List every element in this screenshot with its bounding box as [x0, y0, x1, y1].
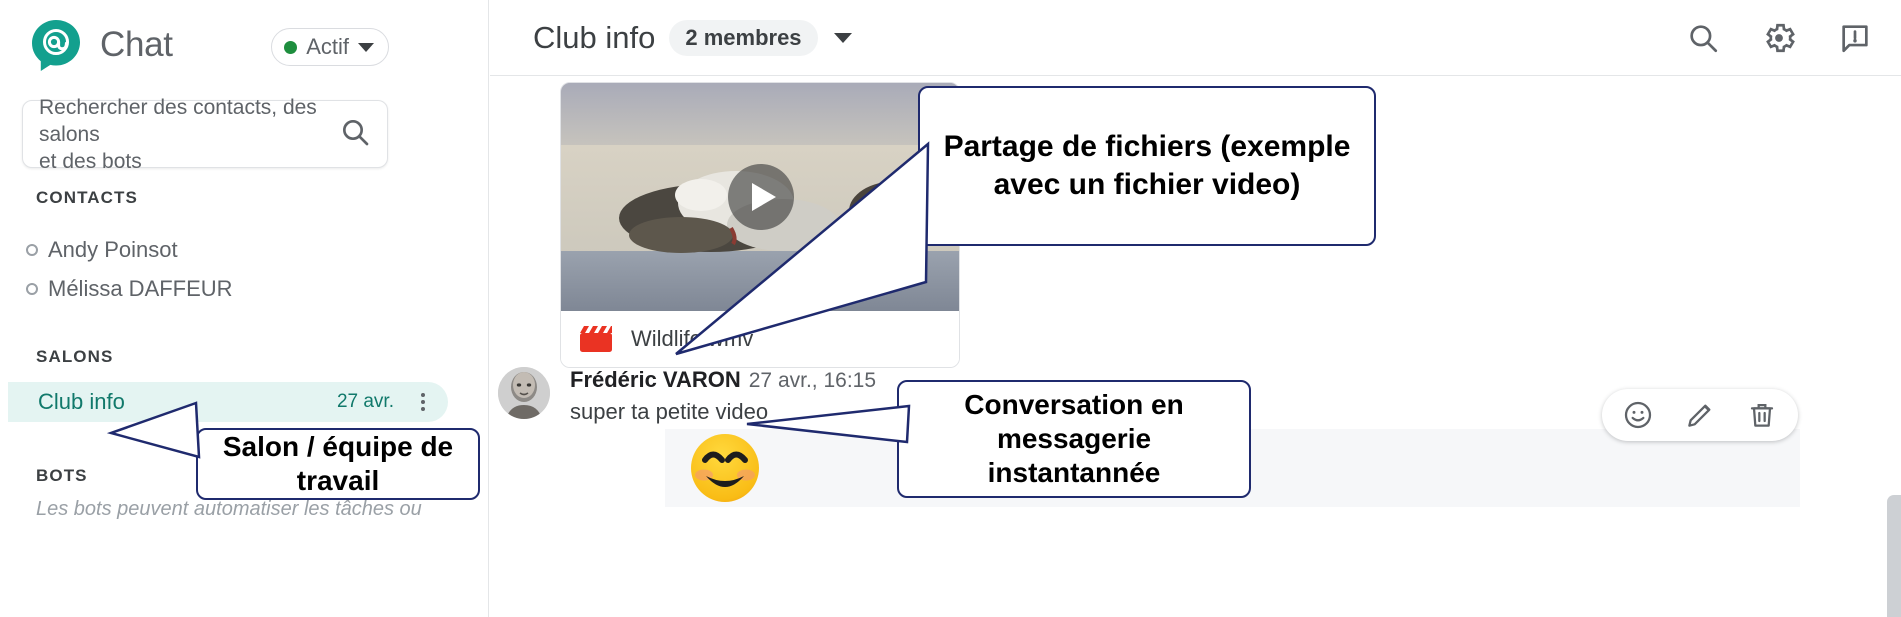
search-input[interactable]: Rechercher des contacts, des salons et d… [22, 96, 388, 173]
sidebar-item-melissa-daffeur[interactable]: Mélissa DAFFEUR [18, 269, 378, 309]
feedback-icon[interactable] [1835, 18, 1875, 58]
section-header-salons: SALONS [36, 347, 114, 366]
conversation-header: Club info 2 membres [490, 0, 1901, 76]
edit-icon[interactable] [1680, 395, 1720, 435]
file-footer: Wildlife.wmv [561, 311, 959, 367]
message-author: Frédéric VARON [570, 367, 741, 392]
emoji-icon[interactable] [1618, 395, 1658, 435]
chat-application: Chat Actif Rechercher des contacts, des … [0, 0, 1901, 617]
section-header-contacts: CONTACTS [36, 188, 138, 207]
delete-icon[interactable] [1742, 395, 1782, 435]
status-pill[interactable]: Actif [271, 28, 389, 66]
message-list: Wildlife.wmv Frédéric VARON 27 avr., 16:… [490, 77, 1901, 617]
clapperboard-icon [579, 325, 613, 353]
file-attachment-card[interactable]: Wildlife.wmv [560, 82, 960, 368]
contact-name: Andy Poinsot [48, 237, 178, 262]
avatar [498, 367, 550, 419]
message-timestamp: 27 avr., 16:15 [748, 369, 877, 392]
chevron-down-icon [358, 42, 374, 52]
sidebar-item-club-info[interactable]: Club info 27 avr. [8, 382, 448, 422]
page-title: Club info [533, 19, 656, 55]
presence-icon [26, 244, 38, 256]
search-icon[interactable] [339, 116, 371, 153]
more-vertical-icon[interactable] [406, 393, 440, 411]
message-group: Frédéric VARON 27 avr., 16:15 super ta pe… [490, 367, 1901, 507]
room-name: Club info [38, 389, 125, 414]
file-name: Wildlife.wmv [631, 326, 754, 351]
brand-row: Chat Actif [0, 0, 489, 90]
brand-name: Chat [100, 25, 173, 64]
play-icon[interactable] [728, 164, 794, 230]
contact-name: Mélissa DAFFEUR [48, 276, 233, 301]
chat-at-logo-icon [28, 17, 84, 73]
search-placeholder: Rechercher des contacts, des salons et d… [39, 95, 317, 173]
message-hover-actions [1602, 389, 1798, 441]
room-date: 27 avr. [336, 391, 394, 412]
search-icon[interactable] [1683, 18, 1723, 58]
status-dot-icon [284, 40, 298, 54]
header-actions [1683, 18, 1875, 58]
message-author-line: Frédéric VARON 27 avr., 16:15 [570, 367, 876, 393]
message-text: super ta petite video [570, 399, 769, 424]
bots-description: Les bots peuvent automatiser les tâches … [36, 498, 422, 520]
message-body: Frédéric VARON 27 avr., 16:15 super ta pe… [570, 367, 876, 425]
status-label: Actif [306, 34, 349, 59]
vertical-scrollbar[interactable] [1887, 495, 1901, 617]
video-thumbnail[interactable] [561, 83, 959, 311]
chevron-down-icon[interactable] [833, 32, 852, 43]
sidebar: Chat Actif Rechercher des contacts, des … [0, 0, 489, 617]
emoji-smiling-face-icon [687, 430, 763, 506]
members-chip[interactable]: 2 membres [669, 19, 818, 56]
section-header-bots: BOTS [36, 466, 88, 485]
gear-icon[interactable] [1759, 18, 1799, 58]
sidebar-item-andy-poinsot[interactable]: Andy Poinsot [18, 230, 378, 270]
presence-icon [26, 283, 38, 295]
